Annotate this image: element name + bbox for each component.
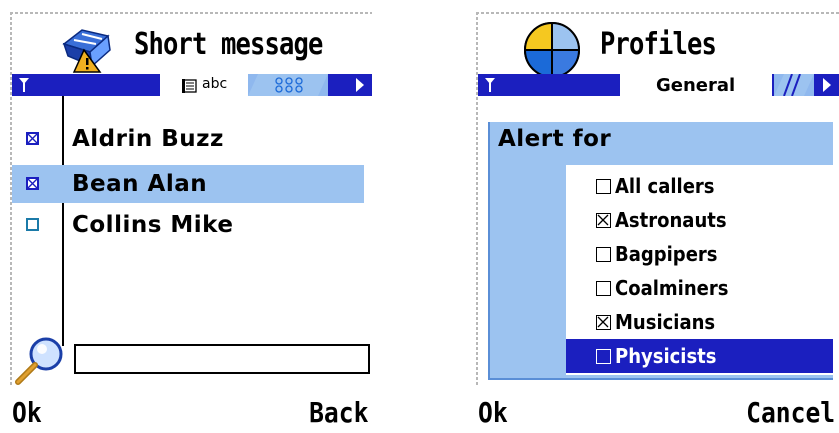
- checkbox-empty-icon[interactable]: [26, 218, 39, 231]
- alert-option[interactable]: Bagpipers: [566, 237, 833, 271]
- notepad-icon: [182, 78, 198, 97]
- profiles-screen: Profiles General Alert for All callers A…: [476, 12, 839, 433]
- alert-option-selected[interactable]: Physicists: [566, 339, 833, 373]
- short-message-screen: Short message abc Aldrin Buzz Bean Alan …: [10, 12, 372, 433]
- contact-name: Aldrin Buzz: [72, 126, 224, 152]
- checkbox-empty-icon[interactable]: [596, 247, 611, 262]
- title-bar: Profiles: [476, 12, 839, 78]
- back-softkey[interactable]: Back: [309, 399, 368, 427]
- softkey-bar: Ok Cancel: [476, 387, 839, 433]
- ok-softkey[interactable]: Ok: [478, 399, 508, 427]
- ok-softkey[interactable]: Ok: [12, 399, 42, 427]
- contact-list-item[interactable]: Aldrin Buzz: [12, 120, 372, 158]
- tab-contacts[interactable]: [248, 74, 328, 96]
- signal-icon: [18, 77, 30, 93]
- alert-option[interactable]: Astronauts: [566, 203, 833, 237]
- tab-text-input[interactable]: abc: [160, 74, 250, 96]
- search-input[interactable]: [74, 344, 370, 374]
- alert-option-list: All callers Astronauts Bagpipers Coalmin…: [566, 165, 833, 375]
- tab-next-profile[interactable]: [774, 74, 814, 96]
- checkbox-empty-icon[interactable]: [596, 281, 611, 296]
- option-label: Musicians: [615, 310, 716, 334]
- tab-label: General: [656, 75, 736, 96]
- checkbox-checked-icon[interactable]: [596, 315, 611, 330]
- alert-option[interactable]: All callers: [566, 169, 833, 203]
- alert-option[interactable]: Musicians: [566, 305, 833, 339]
- softkey-bar: Ok Back: [10, 387, 372, 433]
- cancel-softkey[interactable]: Cancel: [746, 399, 835, 427]
- checkbox-empty-icon[interactable]: [596, 179, 611, 194]
- option-label: All callers: [615, 174, 715, 198]
- tab-bar: abc: [12, 74, 372, 96]
- dialog-title: Alert for: [498, 126, 612, 152]
- contact-list-item[interactable]: Collins Mike: [12, 206, 372, 244]
- tab-label: abc: [202, 76, 228, 92]
- contact-list-item-selected[interactable]: Bean Alan: [12, 165, 364, 203]
- contact-name: Bean Alan: [72, 171, 208, 197]
- page-title: Profiles: [600, 27, 717, 62]
- signal-icon: [484, 77, 496, 93]
- contacts-group-icon: [274, 77, 304, 97]
- checkbox-empty-icon[interactable]: [596, 349, 611, 364]
- tab-bar: General: [478, 74, 839, 96]
- message-app-icon: [60, 22, 116, 78]
- tab-next-arrow-icon[interactable]: [356, 78, 364, 92]
- contact-name: Collins Mike: [72, 212, 234, 238]
- title-bar: Short message: [10, 12, 372, 74]
- checkbox-checked-icon[interactable]: [26, 177, 39, 190]
- tab-next-arrow-icon[interactable]: [823, 78, 831, 92]
- option-label: Astronauts: [615, 208, 727, 232]
- tab-general[interactable]: General: [620, 74, 772, 96]
- option-label: Bagpipers: [615, 242, 718, 266]
- magnifier-icon: [12, 334, 68, 392]
- search-row: [12, 337, 372, 388]
- checkbox-checked-icon[interactable]: [596, 213, 611, 228]
- alert-option[interactable]: Coalminers: [566, 271, 833, 305]
- page-title: Short message: [134, 27, 323, 62]
- option-label: Coalminers: [615, 276, 729, 300]
- checkbox-checked-icon[interactable]: [26, 132, 39, 145]
- option-label: Physicists: [615, 344, 717, 368]
